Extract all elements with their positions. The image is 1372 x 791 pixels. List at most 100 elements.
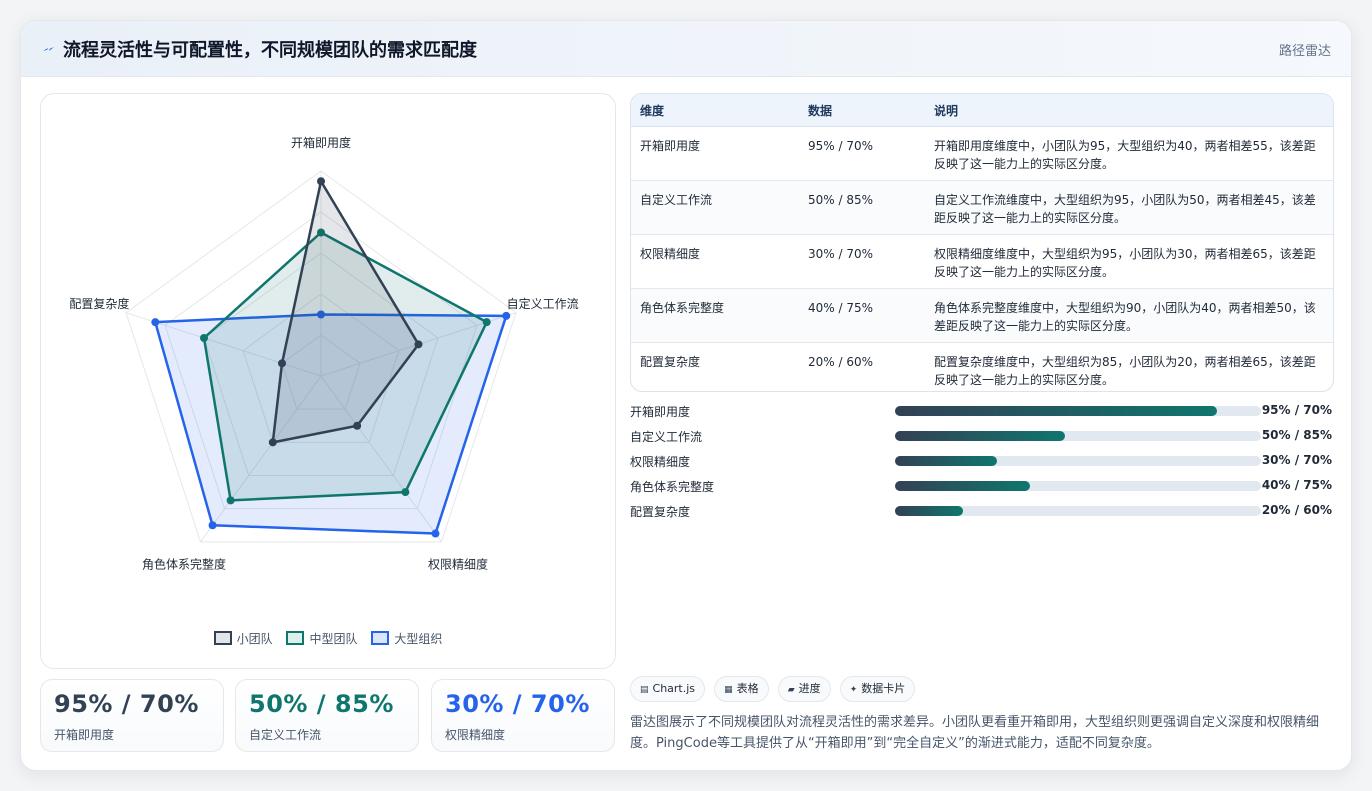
chip-chartjs[interactable]: ▤ Chart.js (630, 676, 706, 702)
data-table-panel: 维度 数据 说明 开箱即用度 95% / 70% 开箱即用度维度中，小团队为95… (630, 93, 1334, 392)
chip-label: Chart.js (652, 682, 696, 695)
chart-legend: 小团队 中型团队 大型组织 (41, 630, 615, 647)
cell-dimension: 自定义工作流 (631, 180, 799, 235)
data-point[interactable] (268, 438, 277, 447)
cell-note: 角色体系完整度维度中，大型组织为90，小团队为40，两者相差50，该差距反映了这… (925, 288, 1333, 343)
column-header-note[interactable]: 说明 (925, 94, 1333, 127)
stat-label: 开箱即用度 (54, 728, 115, 742)
axis-label: 自定义工作流 (507, 296, 579, 311)
progress-value: 30% / 70% (1261, 453, 1332, 467)
stat-card-permission: 30% / 70% 权限精细度 (431, 679, 615, 752)
progress-icon: ▰ (787, 685, 795, 695)
data-point[interactable] (317, 177, 325, 186)
chip-label: 进度 (798, 682, 821, 695)
progress-track (895, 481, 1261, 491)
progress-row: 配置复杂度 20% / 60% (630, 503, 1332, 528)
progress-value: 95% / 70% (1261, 403, 1332, 417)
axis-label: 配置复杂度 (69, 296, 129, 311)
cell-dimension: 配置复杂度 (640, 355, 701, 369)
tech-chips: ▤ Chart.js ▦ 表格 ▰ 进度 ✦ 数据卡片 (630, 676, 919, 702)
data-point[interactable] (482, 318, 491, 327)
cell-note: 自定义工作流维度中，大型组织为95，小团队为50，两者相差45，该差距反映了这一… (925, 180, 1333, 235)
data-point[interactable] (401, 488, 410, 497)
page-title: 流程灵活性与可配置性，不同规模团队的需求匹配度 (63, 40, 477, 61)
stat-value: 50% / 85% (249, 690, 394, 718)
chip-table[interactable]: ▦ 表格 (714, 676, 769, 702)
legend-swatch (213, 631, 232, 645)
progress-list: 开箱即用度 95% / 70% 自定义工作流 50% / 85% 权限精细度 3… (630, 403, 1332, 528)
progress-row: 开箱即用度 95% / 70% (630, 403, 1332, 428)
data-point[interactable] (208, 521, 217, 530)
data-point[interactable] (226, 496, 235, 505)
progress-label: 自定义工作流 (630, 430, 703, 444)
progress-row: 权限精细度 30% / 70% (630, 453, 1332, 478)
progress-fill (895, 406, 1218, 416)
data-table: 维度 数据 说明 开箱即用度 95% / 70% 开箱即用度维度中，小团队为95… (631, 94, 1333, 391)
progress-label: 角色体系完整度 (630, 480, 715, 494)
cell-note: 开箱即用度维度中，小团队为95，大型组织为40，两者相差55，该差距反映了这一能… (925, 126, 1333, 181)
chip-label: 表格 (736, 682, 759, 695)
legend-label: 中型团队 (309, 632, 358, 646)
legend-item-small-team[interactable]: 小团队 (213, 630, 273, 647)
column-header-data[interactable]: 数据 (799, 94, 925, 127)
progress-label: 开箱即用度 (630, 405, 691, 419)
chart-description: 雷达图展示了不同规模团队对流程灵活性的需求差异。小团队更看重开箱即用，大型组织则… (630, 715, 1320, 751)
chip-progress[interactable]: ▰ 进度 (777, 676, 831, 702)
progress-value: 20% / 60% (1261, 503, 1332, 517)
data-point[interactable] (353, 421, 362, 430)
radar-chart-panel: 开箱即用度自定义工作流权限精细度 角色体系完整度 配置复杂度 小团队 中型团队 大型… (40, 93, 616, 669)
progress-track (895, 431, 1261, 441)
progress-fill (895, 506, 963, 516)
axis-label: 角色体系完整度 (142, 557, 226, 572)
column-header-dimension[interactable]: 维度 (631, 94, 799, 127)
progress-fill (895, 431, 1066, 441)
progress-row: 角色体系完整度 40% / 75% (630, 478, 1332, 503)
cell-data: 30% / 70% (799, 234, 925, 289)
progress-track (895, 456, 1261, 466)
stat-value: 30% / 70% (445, 690, 590, 718)
progress-row: 自定义工作流 50% / 85% (630, 428, 1332, 453)
legend-item-medium-team[interactable]: 中型团队 (286, 630, 358, 647)
legend-label: 小团队 (236, 632, 273, 646)
data-point[interactable] (414, 340, 423, 349)
lightning-icon (43, 47, 54, 51)
cell-note: 权限精细度维度中，大型组织为95，小团队为30，两者相差65，该差距反映了这一能… (925, 234, 1333, 289)
legend-item-large-org[interactable]: 大型组织 (371, 630, 442, 647)
data-point[interactable] (431, 529, 440, 538)
stat-value: 95% / 70% (54, 690, 199, 718)
table-row: 开箱即用度 95% / 70% 开箱即用度维度中，小团队为95，大型组织为40，… (631, 126, 1333, 181)
chart-icon: ▤ (640, 685, 649, 695)
dashboard-card: 流程灵活性与可配置性，不同规模团队的需求匹配度 路径雷达 开箱即用度 自定义工作流… (20, 20, 1352, 771)
cell-dimension: 权限精细度 (631, 234, 799, 289)
progress-value: 50% / 85% (1261, 428, 1332, 442)
table-icon: ▦ (724, 685, 733, 695)
axis-label: 权限精细度 (428, 557, 488, 572)
legend-swatch (371, 631, 390, 645)
chip-label: 数据卡片 (861, 682, 906, 695)
radar-chart: 开箱即用度自定义工作流权限精细度 角色体系完整度 配置复杂度 (69, 135, 579, 572)
legend-label: 大型组织 (394, 632, 443, 646)
table-row: 权限精细度 30% / 70% 权限精细度维度中，大型组织为95，小团队为30，… (631, 234, 1333, 289)
cell-data: 95% / 70% (799, 126, 925, 181)
stat-label: 自定义工作流 (249, 728, 322, 742)
cell-data: 20% / 60% (808, 355, 874, 369)
progress-track (895, 506, 1261, 516)
progress-value: 40% / 75% (1261, 478, 1332, 492)
progress-label: 配置复杂度 (630, 505, 691, 519)
table-header-row: 维度 数据 说明 (631, 94, 1333, 127)
chip-data-card[interactable]: ✦ 数据卡片 (839, 676, 916, 702)
stat-card-custom-workflow: 50% / 85% 自定义工作流 (235, 679, 419, 752)
cell-data: 40% / 75% (799, 288, 925, 343)
stat-label: 权限精细度 (445, 728, 506, 742)
data-point[interactable] (278, 359, 287, 368)
cell-dimension: 开箱即用度 (631, 126, 799, 181)
legend-swatch (286, 631, 305, 645)
progress-label: 权限精细度 (630, 455, 691, 469)
progress-track (895, 406, 1261, 416)
cell-dimension: 角色体系完整度 (631, 288, 799, 343)
axis-label: 开箱即用度 (291, 135, 351, 150)
data-point[interactable] (151, 318, 160, 327)
data-point[interactable] (200, 333, 209, 342)
data-point[interactable] (502, 311, 511, 320)
sparkle-icon: ✦ (849, 685, 858, 695)
